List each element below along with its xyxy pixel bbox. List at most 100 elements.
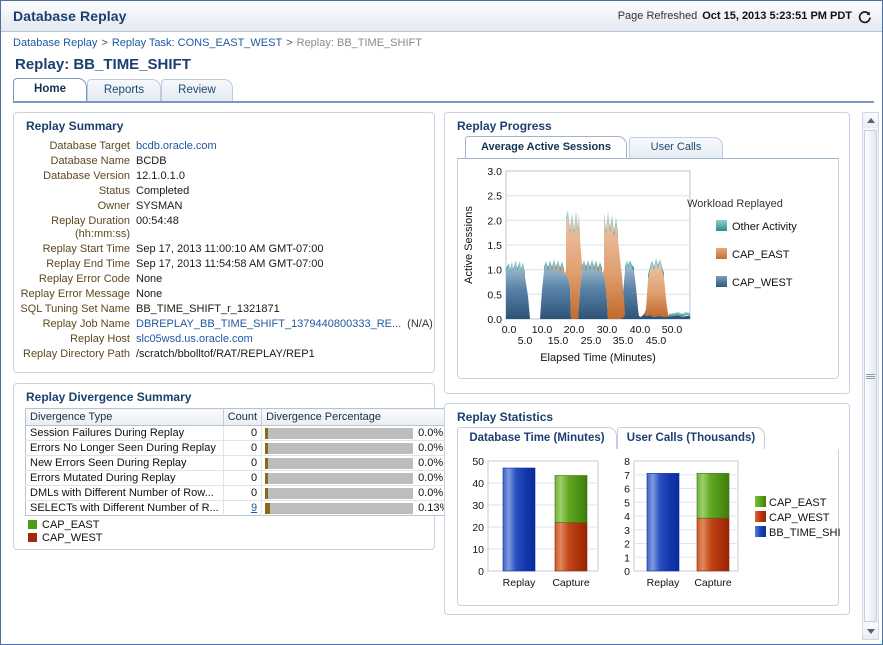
svg-text:3.0: 3.0	[487, 166, 502, 178]
legend-item: CAP_EAST	[28, 518, 434, 531]
divergence-count-link[interactable]: 9	[251, 502, 257, 514]
replay-statistics-body: 50 40 30 20 10 0 Replay Capture	[457, 449, 839, 606]
replay-statistics-charts: Database Time (Minutes) User Calls (Thou…	[457, 428, 839, 606]
left-column: Replay Summary Database Target bcdb.orac…	[13, 112, 435, 550]
percentage-value: 0.0%	[418, 472, 443, 484]
svg-text:CAP_EAST: CAP_EAST	[769, 497, 827, 509]
tab-home[interactable]: Home	[13, 78, 87, 101]
breadcrumb: Database Replay > Replay Task: CONS_EAST…	[1, 32, 882, 54]
svg-text:CAP_EAST: CAP_EAST	[732, 249, 790, 261]
tab-review[interactable]: Review	[161, 79, 233, 101]
svg-text:1.5: 1.5	[487, 240, 502, 252]
scroll-down-button[interactable]	[863, 624, 878, 639]
property-row: Replay Job Name DBREPLAY_BB_TIME_SHIFT_1…	[14, 317, 434, 332]
breadcrumb-item-0[interactable]: Database Replay	[13, 37, 97, 49]
property-row: SQL Tuning Set Name BB_TIME_SHIFT_r_1321…	[14, 302, 434, 317]
page-header: Database Replay Page Refreshed Oct 15, 2…	[1, 1, 882, 32]
svg-text:5: 5	[624, 497, 630, 509]
svg-text:4: 4	[624, 511, 630, 523]
svg-text:BB_TIME_SHI...: BB_TIME_SHI...	[769, 527, 840, 539]
tab-user-calls[interactable]: User Calls	[629, 137, 723, 158]
legend-swatch-cap-west	[28, 533, 37, 542]
replay-summary-title: Replay Summary	[14, 113, 434, 137]
database-target-link[interactable]: bcdb.oracle.com	[136, 140, 217, 152]
average-active-sessions-chart: 0.0 0.5 1.0 1.5 2.0 2.5 3.0 Active Sessi…	[457, 159, 839, 379]
divergence-percentage-cell: 0.0%	[262, 486, 453, 501]
column-header-percentage: Divergence Percentage	[262, 409, 453, 426]
property-value: BCDB	[136, 154, 434, 169]
property-row: Database Name BCDB	[14, 154, 434, 169]
refresh-icon[interactable]	[857, 10, 872, 25]
divergence-table: Divergence Type Count Divergence Percent…	[25, 408, 453, 516]
property-row: Replay Error Message None	[14, 287, 434, 302]
property-row: Replay Start Time Sep 17, 2013 11:00:10 …	[14, 242, 434, 257]
replay-host-link[interactable]: slc05wsd.us.oracle.com	[136, 333, 253, 345]
divergence-percentage-cell: 0.0%	[262, 471, 453, 486]
aas-chart-svg: 0.0 0.5 1.0 1.5 2.0 2.5 3.0 Active Sessi…	[458, 159, 840, 378]
divergence-count: 0	[223, 471, 261, 486]
page-refreshed-time: Oct 15, 2013 5:23:51 PM PDT	[702, 10, 852, 22]
property-label: SQL Tuning Set Name	[14, 302, 136, 317]
tab-average-active-sessions[interactable]: Average Active Sessions	[465, 136, 627, 158]
replay-progress-panel: Replay Progress Average Active Sessions …	[444, 112, 850, 394]
vertical-scrollbar[interactable]	[862, 112, 879, 640]
divergence-count: 0	[223, 426, 261, 441]
svg-text:1.0: 1.0	[487, 265, 502, 277]
triangle-up-icon	[867, 118, 875, 123]
divergence-count: 9	[223, 501, 261, 516]
property-label: Replay Job Name	[14, 317, 136, 332]
svg-text:50: 50	[472, 456, 484, 468]
svg-text:2.5: 2.5	[487, 191, 502, 203]
svg-text:8: 8	[624, 456, 630, 468]
percentage-bar	[265, 488, 413, 499]
property-value: 00:54:48	[136, 214, 434, 242]
svg-text:Active Sessions: Active Sessions	[463, 206, 475, 284]
property-label: Replay Error Message	[14, 287, 136, 302]
svg-text:30: 30	[472, 500, 484, 512]
percentage-bar	[265, 443, 413, 454]
svg-text:35.0: 35.0	[613, 335, 634, 347]
svg-text:25.0: 25.0	[581, 335, 602, 347]
breadcrumb-item-1[interactable]: Replay Task: CONS_EAST_WEST	[112, 37, 282, 49]
svg-text:0.5: 0.5	[487, 289, 502, 301]
grip-icon	[866, 373, 875, 380]
tab-reports[interactable]: Reports	[87, 79, 161, 101]
tab-database-time[interactable]: Database Time (Minutes)	[457, 427, 617, 449]
property-row: Replay Error Code None	[14, 272, 434, 287]
property-value: 12.1.0.1.0	[136, 169, 434, 184]
svg-text:Elapsed Time (Minutes): Elapsed Time (Minutes)	[540, 352, 656, 364]
property-label: Replay Error Code	[14, 272, 136, 287]
page-content: Replay Summary Database Target bcdb.orac…	[1, 110, 882, 644]
svg-text:Capture: Capture	[552, 577, 590, 589]
svg-text:6: 6	[624, 484, 630, 496]
replay-summary-panel: Replay Summary Database Target bcdb.orac…	[13, 112, 435, 373]
replay-job-status: (N/A)	[407, 318, 433, 330]
svg-text:15.0: 15.0	[548, 335, 569, 347]
property-value: slc05wsd.us.oracle.com	[136, 332, 434, 347]
property-row: Owner SYSMAN	[14, 199, 434, 214]
divergence-count: 0	[223, 441, 261, 456]
replay-progress-title: Replay Progress	[445, 113, 849, 137]
page-refreshed-block: Page Refreshed Oct 15, 2013 5:23:51 PM P…	[618, 9, 872, 24]
percentage-value: 0.0%	[418, 442, 443, 454]
property-label: Owner	[14, 199, 136, 214]
svg-text:10: 10	[472, 544, 484, 556]
percentage-bar	[265, 473, 413, 484]
divergence-type: Errors No Longer Seen During Replay	[26, 441, 224, 456]
replay-job-name-link[interactable]: DBREPLAY_BB_TIME_SHIFT_1379440800333_RE.…	[136, 318, 401, 330]
svg-text:7: 7	[624, 470, 630, 482]
property-value: DBREPLAY_BB_TIME_SHIFT_1379440800333_RE.…	[136, 317, 434, 332]
percentage-value: 0.0%	[418, 487, 443, 499]
percentage-bar	[265, 458, 413, 469]
tab-user-calls-thousands[interactable]: User Calls (Thousands)	[617, 427, 765, 449]
property-label: Database Version	[14, 169, 136, 184]
scrollbar-thumb[interactable]	[864, 130, 877, 622]
svg-text:Workload Replayed: Workload Replayed	[687, 198, 783, 210]
svg-text:50.0: 50.0	[662, 324, 683, 336]
divergence-count: 0	[223, 486, 261, 501]
divergence-type: New Errors Seen During Replay	[26, 456, 224, 471]
breadcrumb-item-2: Replay: BB_TIME_SHIFT	[297, 37, 422, 49]
svg-text:5.0: 5.0	[518, 335, 533, 347]
percentage-bar	[265, 428, 413, 439]
scroll-up-button[interactable]	[863, 113, 878, 128]
